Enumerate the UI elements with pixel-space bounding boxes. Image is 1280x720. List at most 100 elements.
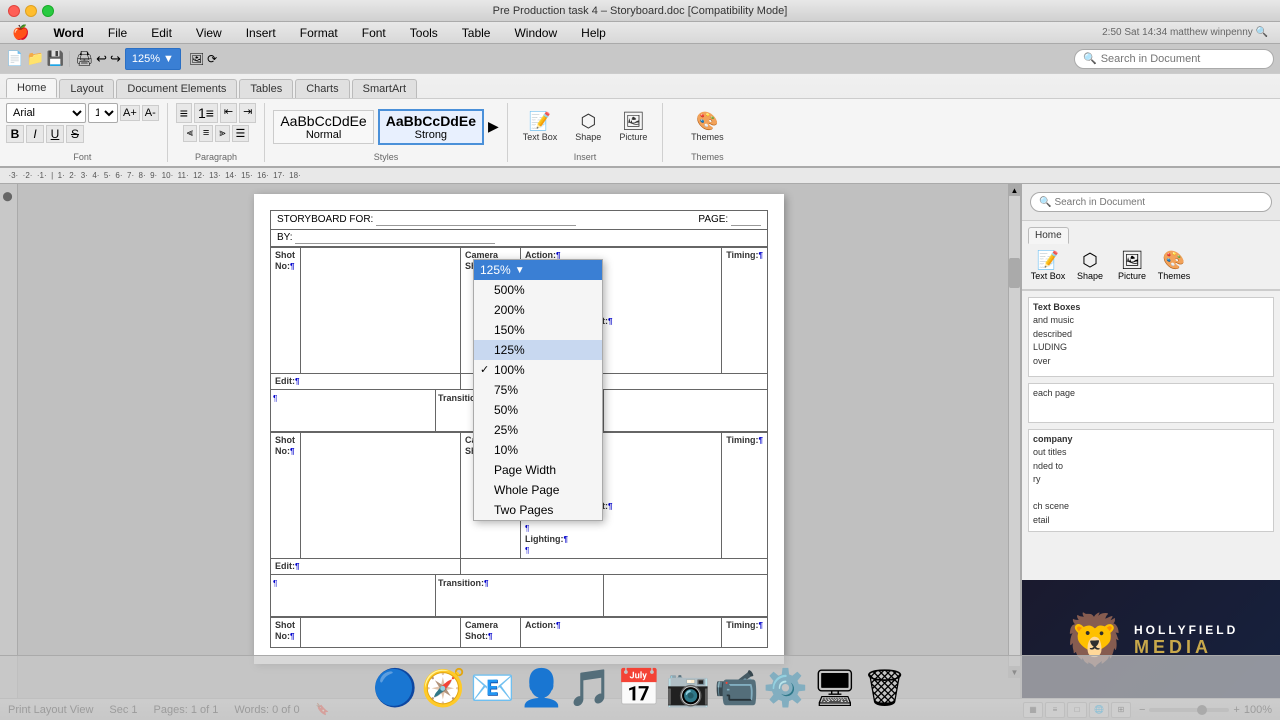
zoom-option-wholepage[interactable]: Whole Page [474, 480, 602, 500]
zoom-dropdown[interactable]: 125% ▼ 500% 200% 150% 125% 100% 75% 50% … [473, 259, 603, 521]
search-input-main[interactable] [1101, 53, 1261, 65]
menu-edit[interactable]: Edit [147, 24, 176, 42]
align-left-button[interactable]: ⫷ [183, 125, 197, 142]
ribbon-tabs: Home Layout Document Elements Tables Cha… [0, 74, 1280, 98]
storyboard-table-3: Shot No:¶ Camera Shot:¶ Action:¶ Timing:… [270, 617, 768, 648]
zoom-option-125[interactable]: 125% [474, 340, 602, 360]
menu-font[interactable]: Font [358, 24, 390, 42]
tab-home[interactable]: Home [6, 78, 57, 98]
tab-smartart[interactable]: SmartArt [352, 79, 417, 98]
tab-layout[interactable]: Layout [59, 79, 114, 98]
print-icon[interactable]: 🖨 [75, 50, 93, 67]
menu-window[interactable]: Window [510, 24, 561, 42]
zoom-option-100[interactable]: 100% [474, 360, 602, 380]
scroll-thumb[interactable] [1009, 258, 1020, 288]
zoom-option-500[interactable]: 500% [474, 280, 602, 300]
styles-expand-icon[interactable]: ▶ [488, 118, 499, 135]
dock-terminal-icon[interactable]: 🖥 [812, 667, 858, 709]
right-search-input[interactable] [1054, 197, 1204, 208]
undo-icon[interactable]: ↩ [96, 51, 107, 67]
dock-photos-icon[interactable]: 📷 [666, 667, 711, 709]
refresh-icon[interactable]: ⟳ [207, 52, 217, 66]
apple-menu[interactable]: 🍎 [8, 22, 33, 43]
font-family-select[interactable]: Arial [6, 103, 86, 123]
vertical-scrollbar[interactable]: ▲ ▼ [1008, 184, 1020, 678]
search-box-main[interactable]: 🔍 [1074, 49, 1274, 69]
new-doc-icon[interactable]: 📄 [6, 50, 23, 67]
menu-tools[interactable]: Tools [406, 24, 442, 42]
minimize-button[interactable] [25, 5, 37, 17]
menu-view[interactable]: View [192, 24, 226, 42]
redo-icon[interactable]: ↪ [110, 51, 121, 67]
style-normal[interactable]: AaBbCcDdEe Normal [273, 110, 373, 144]
close-button[interactable] [8, 5, 20, 17]
italic-button[interactable]: I [26, 125, 44, 143]
font-size-select[interactable]: 12 [88, 103, 118, 123]
menu-file[interactable]: File [104, 24, 131, 42]
font-section-label: Font [73, 152, 91, 162]
open-icon[interactable]: 📁 [26, 50, 43, 67]
scroll-up-icon[interactable]: ▲ [1009, 184, 1020, 196]
insert-text-box-button[interactable]: 📝 Text Box [516, 108, 565, 146]
underline-button[interactable]: U [46, 125, 64, 143]
style-strong[interactable]: AaBbCcDdEe Strong [378, 109, 484, 145]
zoom-option-50[interactable]: 50% [474, 400, 602, 420]
toolbar-row1: 📄 📁 💾 🖨 ↩ ↪ 125% ▼ 🖼 ⟳ 🔍 [0, 44, 1280, 74]
media-toolbar-icons: 🖼 ⟳ [189, 52, 217, 66]
insert-shape-button[interactable]: ⬡ Shape [568, 108, 608, 146]
list-bullet-button[interactable]: ≡ [176, 103, 192, 123]
dock-mail-icon[interactable]: 📧 [470, 667, 515, 709]
menu-format[interactable]: Format [296, 24, 342, 42]
align-center-button[interactable]: ≡ [199, 125, 213, 142]
zoom-selector-area[interactable]: 125% ▼ [125, 48, 181, 70]
storyboard-by: BY: [270, 230, 768, 247]
tab-document-elements[interactable]: Document Elements [116, 79, 237, 98]
menu-word[interactable]: Word [49, 24, 87, 42]
font-increase-icon[interactable]: A+ [120, 105, 140, 121]
right-insert-shape-button[interactable]: ⬡ Shape [1072, 250, 1108, 281]
traffic-lights[interactable] [8, 5, 54, 17]
dock-finder-icon[interactable]: 🔵 [373, 667, 418, 709]
tab-tables[interactable]: Tables [239, 79, 293, 98]
zoom-option-10[interactable]: 10% [474, 440, 602, 460]
right-insert-textbox-button[interactable]: 📝 Text Box [1030, 250, 1066, 281]
dock-contacts-icon[interactable]: 👤 [519, 667, 564, 709]
insert-picture-button[interactable]: 🖼 Picture [612, 108, 654, 146]
zoom-option-pagewidth[interactable]: Page Width [474, 460, 602, 480]
menu-table[interactable]: Table [458, 24, 495, 42]
strikethrough-button[interactable]: S [66, 125, 84, 143]
themes-button[interactable]: 🎨 Themes [684, 108, 731, 146]
zoom-option-200[interactable]: 200% [474, 300, 602, 320]
zoom-option-25[interactable]: 25% [474, 420, 602, 440]
zoom-button[interactable]: 125% ▼ [125, 48, 181, 70]
dock-facetime-icon[interactable]: 📹 [714, 667, 759, 709]
save-icon[interactable]: 💾 [47, 50, 64, 67]
maximize-button[interactable] [42, 5, 54, 17]
zoom-option-twopages[interactable]: Two Pages [474, 500, 602, 520]
font-decrease-icon[interactable]: A- [142, 105, 159, 121]
right-tab-home[interactable]: Home [1028, 227, 1069, 244]
dock-calendar-icon[interactable]: 📅 [617, 667, 662, 709]
justify-button[interactable]: ☰ [232, 125, 250, 142]
right-insert-picture-button[interactable]: 🖼 Picture [1114, 250, 1150, 281]
tab-charts[interactable]: Charts [295, 79, 349, 98]
indent-left-button[interactable]: ⇤ [220, 103, 237, 123]
right-themes-button[interactable]: 🎨 Themes [1156, 250, 1192, 281]
indent-right-button[interactable]: ⇥ [239, 103, 256, 123]
bold-button[interactable]: B [6, 125, 24, 143]
dock-safari-icon[interactable]: 🧭 [421, 667, 466, 709]
zoom-option-150[interactable]: 150% [474, 320, 602, 340]
image-icon[interactable]: 🖼 [189, 52, 204, 66]
align-right-button[interactable]: ⫸ [215, 125, 229, 142]
right-ribbon-tabs: Home [1026, 225, 1276, 246]
menu-insert[interactable]: Insert [242, 24, 280, 42]
document-area[interactable]: 125% ▼ 500% 200% 150% 125% 100% 75% 50% … [18, 184, 1020, 700]
dock-trash-icon[interactable]: 🗑 [862, 667, 908, 709]
window-title: Pre Production task 4 – Storyboard.doc [… [493, 5, 788, 17]
menu-help[interactable]: Help [577, 24, 610, 42]
right-search-box[interactable]: 🔍 [1030, 192, 1272, 212]
list-number-button[interactable]: 1≡ [194, 103, 218, 123]
dock-itunes-icon[interactable]: 🎵 [568, 667, 613, 709]
dock-preferences-icon[interactable]: ⚙️ [763, 667, 808, 709]
zoom-option-75[interactable]: 75% [474, 380, 602, 400]
